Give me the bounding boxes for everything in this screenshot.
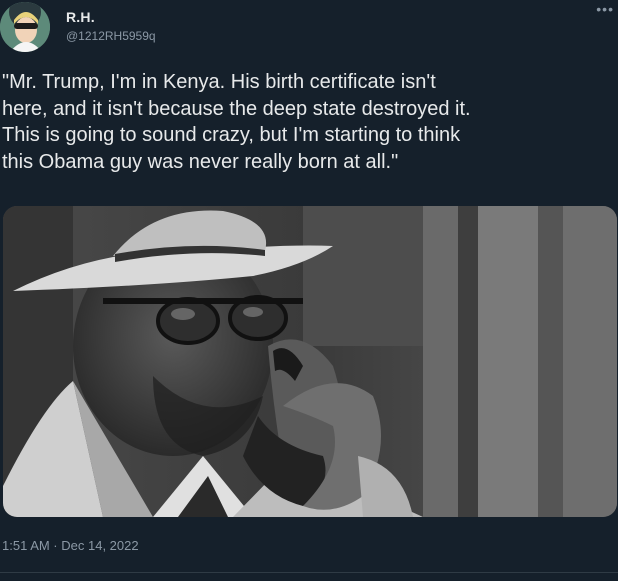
tweet-timestamp[interactable]: 1:51 AM · Dec 14, 2022	[2, 538, 139, 553]
author-display-name[interactable]: R.H.	[66, 9, 95, 25]
tweet-media-image[interactable]	[3, 206, 617, 517]
avatar-image	[0, 2, 50, 52]
more-options-icon[interactable]: •••	[596, 2, 614, 16]
author-handle[interactable]: @1212RH5959q	[66, 29, 156, 43]
avatar[interactable]	[0, 2, 50, 52]
tweet-card: R.H. @1212RH5959q ••• "Mr. Trump, I'm in…	[0, 0, 618, 581]
divider	[0, 572, 618, 573]
photo-man-on-phone	[3, 206, 617, 517]
tweet-text: "Mr. Trump, I'm in Kenya. His birth cert…	[2, 71, 471, 173]
